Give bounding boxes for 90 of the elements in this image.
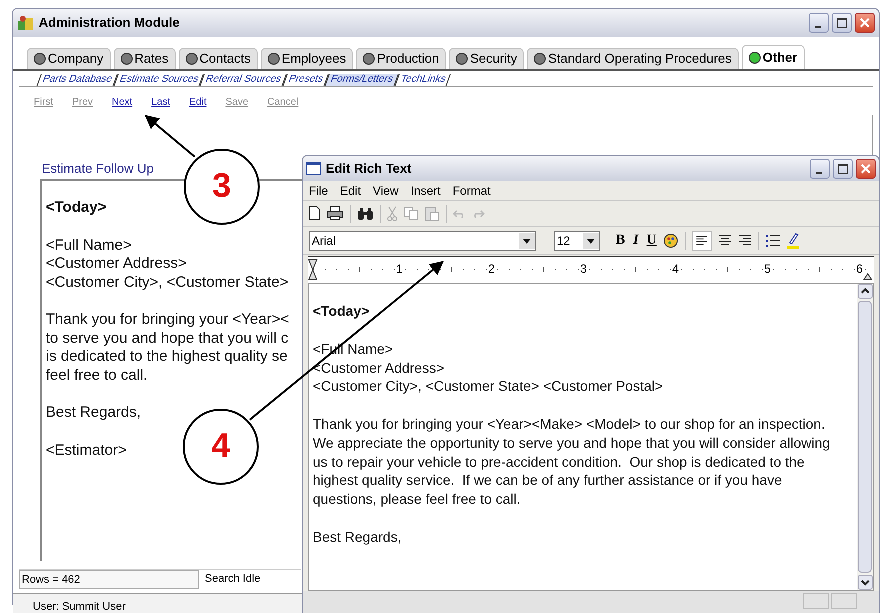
ruler-number: 1 [395, 262, 404, 276]
maximize-icon [836, 17, 848, 29]
align-right-icon[interactable] [738, 234, 752, 246]
text-line: <Customer City>, <Customer State> [46, 274, 289, 292]
minimize-icon [815, 26, 821, 28]
print-icon[interactable] [327, 206, 344, 221]
scrollbar[interactable] [857, 284, 873, 590]
tab[interactable]: Rates [114, 48, 176, 69]
row-count: Rows = 462 [19, 570, 199, 589]
highlighter-icon[interactable] [786, 232, 800, 248]
text-line: questions, please feel free to call. [313, 490, 521, 509]
text-line: <Today> [313, 302, 370, 321]
menu-item[interactable]: File [309, 182, 328, 200]
tab[interactable]: Production [356, 48, 446, 69]
close-icon [860, 162, 872, 174]
scroll-thumb[interactable] [858, 301, 872, 573]
minimize-icon [816, 172, 822, 174]
font-dropdown[interactable]: Arial [309, 230, 536, 250]
subtab[interactable]: Forms/Letters [325, 74, 400, 86]
scroll-down-icon[interactable] [858, 575, 872, 590]
text-line: <Today> [46, 199, 107, 218]
text-line: <Customer Address> [313, 358, 445, 378]
template-title: Estimate Follow Up [42, 160, 154, 178]
minimize-button[interactable] [810, 158, 830, 178]
text-line: <Full Name> [46, 236, 132, 255]
maximize-button[interactable] [833, 158, 853, 178]
app-icon [17, 15, 35, 31]
palette-icon[interactable] [662, 232, 679, 248]
bullet-list-icon[interactable] [764, 234, 780, 247]
ruler-number: 4 [671, 262, 680, 276]
binoculars-icon[interactable] [357, 206, 374, 220]
callout-number: 3 [212, 166, 232, 206]
menu-item[interactable]: Format [452, 182, 491, 200]
size-dropdown[interactable]: 12 [554, 230, 600, 250]
nav-link[interactable]: Edit [189, 97, 207, 115]
menu-item[interactable]: View [373, 182, 399, 200]
subtab[interactable]: Estimate Sources [114, 74, 204, 86]
tab[interactable]: Other [742, 45, 805, 69]
nav-link[interactable]: Last [152, 97, 170, 115]
format-button[interactable]: U [646, 230, 657, 251]
window-title: Edit Rich Text [326, 160, 412, 178]
subtab[interactable]: TechLinks [394, 74, 452, 86]
close-button[interactable] [856, 158, 876, 178]
callout-arrow [144, 115, 196, 158]
maximize-button[interactable] [832, 13, 852, 33]
text-line: Best Regards, [46, 404, 142, 422]
text-line: Thank you for bringing your <Year><Make> <Model> to our shop for an inspection. [313, 415, 826, 434]
minimize-button[interactable] [809, 13, 829, 33]
text-line: <Customer City>, <Customer State> <Customer Postal> [313, 377, 664, 396]
tab[interactable]: Standard Operating Procedures [527, 48, 739, 69]
new-document-icon[interactable] [309, 206, 321, 221]
text-line: us to repair your vehicle to pre-accident condition. Our shop is dedicated to the [313, 452, 805, 472]
subtab[interactable]: Parts Database [36, 74, 118, 86]
right-margin-icon[interactable] [863, 273, 873, 281]
tab[interactable]: Employees [260, 48, 354, 69]
tab[interactable]: Company [27, 48, 111, 69]
text-line: to serve you and hope that you will c [46, 330, 289, 348]
window-icon [306, 162, 321, 175]
text-line: is dedicated to the highest quality se [46, 348, 288, 366]
maximize-icon [837, 162, 849, 174]
align-left-icon[interactable] [692, 230, 712, 250]
text-line: highest quality service. If we can be of any further assistance or if you have [313, 471, 782, 490]
ruler-number: 5 [763, 262, 772, 276]
format-button[interactable]: B [616, 230, 626, 251]
close-icon [859, 17, 871, 29]
subtab[interactable]: Presets [283, 74, 330, 86]
text-line: feel free to call. [46, 366, 148, 385]
user-status: User: Summit User [33, 601, 126, 613]
indent-marker-icon[interactable] [308, 259, 318, 281]
callout-number: 4 [210, 426, 232, 466]
close-button[interactable] [855, 13, 875, 33]
subtab[interactable]: Referral Sources [200, 74, 288, 86]
align-center-icon[interactable] [718, 234, 732, 246]
menu-item[interactable]: Edit [340, 182, 362, 200]
tab[interactable]: Security [449, 48, 524, 69]
text-line: <Customer Address> [46, 255, 187, 274]
text-line: <Estimator> [46, 442, 127, 460]
ruler-number: 3 [579, 262, 588, 276]
ruler-number: 2 [487, 262, 496, 276]
text-line: We appreciate the opportunity to serve you and hope that you will consider allowing [313, 434, 830, 452]
search-status: Search Idle [204, 572, 261, 587]
tab[interactable]: Contacts [178, 48, 258, 69]
format-button[interactable]: I [633, 230, 639, 251]
text-line: Thank you for bringing your <Year>< [46, 311, 290, 330]
ruler-number: 6 [855, 262, 864, 276]
menu-item[interactable]: Insert [410, 182, 441, 200]
window-title: Administration Module [39, 14, 180, 32]
nav-link[interactable]: Next [112, 97, 133, 115]
scroll-up-icon[interactable] [858, 284, 872, 299]
text-line: Best Regards, [313, 528, 402, 546]
